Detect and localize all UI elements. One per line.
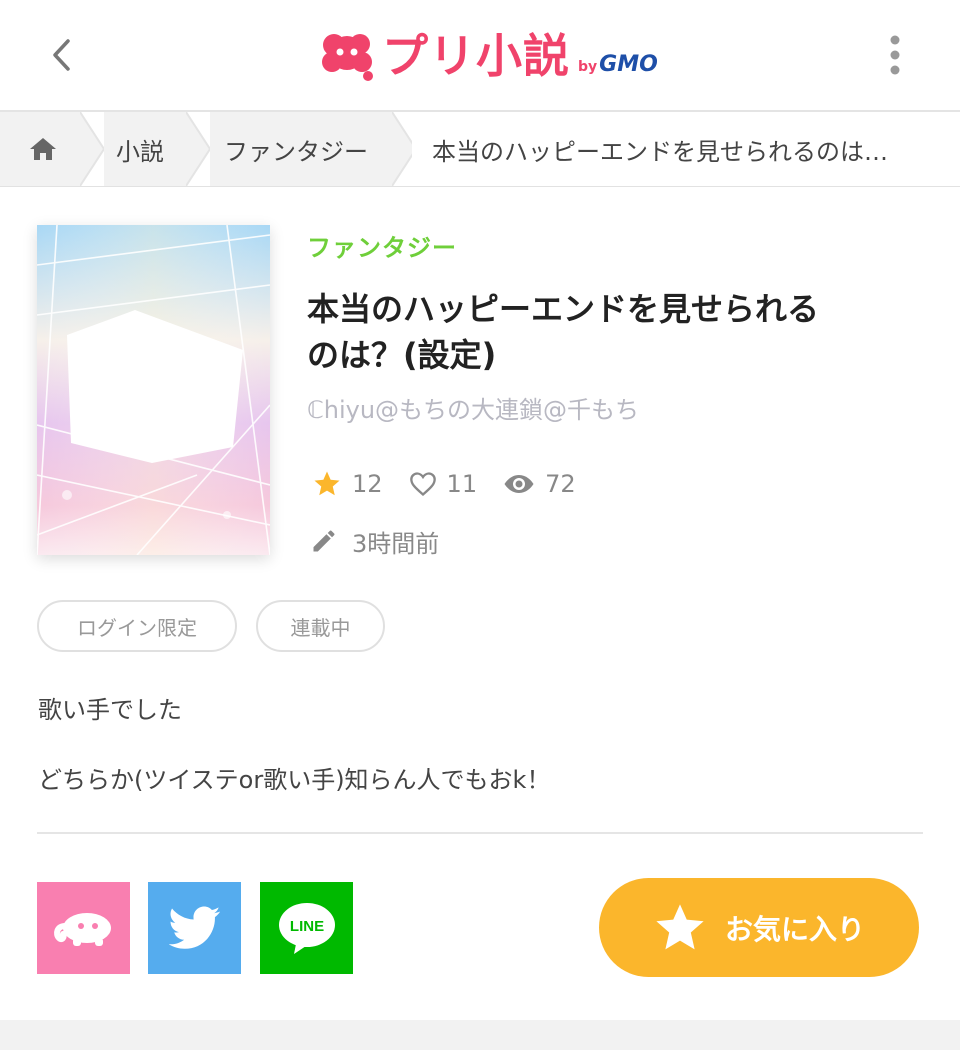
breadcrumb-item-novel[interactable]: 小説	[116, 112, 164, 186]
share-twitter-button[interactable]	[148, 882, 241, 974]
star-count-value: 12	[352, 470, 383, 498]
back-button[interactable]	[36, 30, 86, 80]
twitter-bird-icon	[168, 906, 220, 949]
work-title: 本当のハッピーエンドを見せられる のは？(設定)	[307, 286, 917, 378]
logo-blob-icon	[322, 34, 373, 81]
star-icon	[656, 903, 704, 949]
genre-link[interactable]: ファンタジー	[307, 228, 457, 263]
share-pri-button[interactable]	[37, 882, 130, 974]
favorite-button[interactable]: お気に入り	[599, 878, 919, 977]
more-vertical-icon	[890, 35, 900, 75]
favorite-button-label: お気に入り	[724, 912, 865, 946]
last-updated: 3時間前	[310, 522, 439, 560]
line-icon: LINE	[278, 903, 335, 954]
work-title-line1: 本当のハッピーエンドを見せられる	[307, 290, 820, 328]
work-stats: 12 11 72	[312, 465, 602, 503]
share-line-button[interactable]: LINE	[260, 882, 353, 974]
line-icon-text: LINE	[289, 918, 323, 935]
breadcrumb-home[interactable]	[28, 112, 58, 186]
breadcrumb-item-fantasy[interactable]: ファンタジー	[224, 112, 368, 186]
pri-elephant-icon	[53, 913, 111, 946]
pencil-icon	[313, 530, 335, 552]
site-logo[interactable]: プリ小説 by GMO	[318, 26, 658, 86]
more-menu-button[interactable]	[870, 30, 920, 80]
tag-serializing: 連載中	[256, 600, 385, 652]
star-icon	[314, 471, 340, 496]
cover-art	[37, 225, 270, 555]
cover-image[interactable]	[37, 225, 270, 555]
divider	[37, 832, 923, 834]
footer-band	[0, 1020, 960, 1050]
breadcrumb: 小説 ファンタジー 本当のハッピーエンドを見せられるのは…	[0, 112, 960, 187]
description-line: 歌い手でした	[38, 696, 182, 724]
chevron-left-icon	[53, 39, 70, 71]
breadcrumb-separator	[186, 112, 210, 186]
breadcrumb-separator	[80, 112, 104, 186]
view-count: 72	[503, 470, 576, 498]
logo-gmo: GMO	[599, 51, 658, 77]
logo-by: by	[578, 59, 598, 75]
tag-login-only: ログイン限定	[37, 600, 237, 652]
description-line: どちらか(ツイステor歌い手)知らん人でもおk！	[38, 766, 551, 794]
app-header: プリ小説 by GMO	[0, 0, 960, 112]
eye-icon	[504, 475, 534, 493]
breadcrumb-item-current: 本当のハッピーエンドを見せられるのは…	[432, 137, 888, 166]
star-count: 12	[312, 469, 383, 499]
like-count: 11	[409, 470, 478, 498]
home-icon	[30, 138, 56, 160]
author-link[interactable]: ℂhiyu@もちの大連鎖@千もち	[307, 390, 639, 425]
last-updated-text: 3時間前	[352, 529, 440, 558]
logo-text: プリ小説	[382, 29, 570, 83]
like-count-value: 11	[446, 470, 478, 498]
heart-outline-icon	[409, 472, 436, 497]
work-title-line2: のは？(設定)	[307, 336, 497, 374]
view-count-value: 72	[545, 470, 576, 498]
